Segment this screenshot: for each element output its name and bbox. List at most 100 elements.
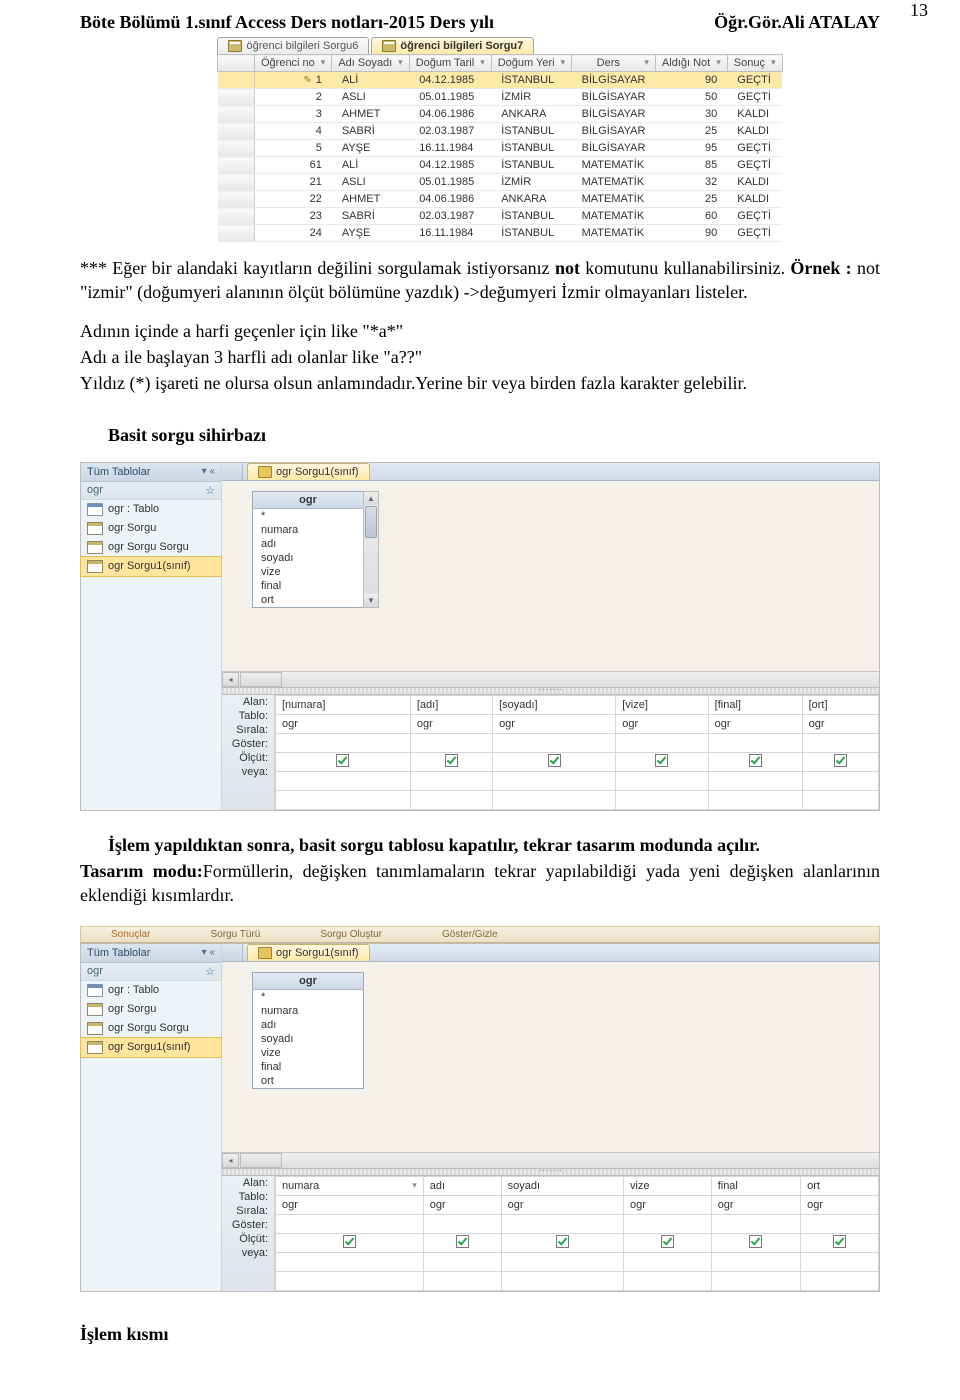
table-fieldlist[interactable]: ogr *numaraadısoyadıvizefinalort	[252, 972, 364, 1089]
nav-pane-header[interactable]: Tüm Tablolar ▾ «	[81, 463, 221, 482]
grid-cell[interactable]	[423, 1252, 501, 1271]
grid-cell[interactable]: ogr	[802, 714, 878, 733]
grid-cell[interactable]: [vize]	[616, 695, 708, 714]
scroll-down-icon[interactable]: ▼	[364, 594, 378, 607]
grid-cell[interactable]	[801, 1252, 879, 1271]
table-row[interactable]: 5AYŞE16.11.1984İSTANBULBİLGİSAYAR95GEÇTİ	[218, 140, 782, 157]
field-item[interactable]: adı	[253, 1018, 363, 1032]
grid-cell[interactable]	[623, 1214, 711, 1233]
grid-cell[interactable]: ogr	[623, 1195, 711, 1214]
grid-cell[interactable]	[423, 1214, 501, 1233]
checkbox-icon[interactable]	[445, 754, 458, 767]
grid-cell[interactable]	[501, 1214, 623, 1233]
checkbox-icon[interactable]	[336, 754, 349, 767]
column-header[interactable]: Adı Soyadı▾	[332, 55, 409, 72]
grid-cell[interactable]	[410, 790, 492, 809]
checkbox-icon[interactable]	[343, 1235, 356, 1248]
object-tab[interactable]: ogr Sorgu1(sınıf)	[247, 463, 370, 480]
grid-cell[interactable]: adı	[423, 1176, 501, 1195]
table-row[interactable]: 1ALİ04.12.1985İSTANBULBİLGİSAYAR90GEÇTİ	[218, 72, 782, 89]
pane-splitter[interactable]	[222, 687, 879, 695]
design-canvas[interactable]: ogr *numaraadısoyadıvizefinalort	[222, 962, 879, 1152]
scroll-left-icon[interactable]: ◂	[222, 672, 239, 687]
grid-cell[interactable]: [numara]	[276, 695, 411, 714]
grid-cell[interactable]: ogr	[493, 714, 616, 733]
field-item[interactable]: ort	[253, 593, 363, 607]
field-item[interactable]: soyadı	[253, 551, 363, 565]
grid-cell[interactable]: ogr	[708, 714, 802, 733]
query-design-grid[interactable]: Alan:Tablo:Sırala:Göster:Ölçüt:veya: [nu…	[222, 695, 879, 810]
scroll-up-icon[interactable]: ▲	[364, 492, 378, 505]
grid-cell[interactable]	[708, 733, 802, 752]
table-row[interactable]: 61ALİ04.12.1985İSTANBULMATEMATİK85GEÇTİ	[218, 157, 782, 174]
grid-cell[interactable]: ogr	[616, 714, 708, 733]
field-item[interactable]: numara	[253, 1004, 363, 1018]
table-fieldlist[interactable]: ogr *numaraadısoyadıvizefinalort	[252, 491, 364, 608]
checkbox-icon[interactable]	[749, 754, 762, 767]
field-item[interactable]: final	[253, 1060, 363, 1074]
query-tab-active[interactable]: öğrenci bilgileri Sorgu7	[371, 37, 534, 54]
grid-cell[interactable]	[711, 1271, 800, 1290]
grid-cell[interactable]: ogr	[501, 1195, 623, 1214]
grid-cell[interactable]	[801, 1233, 879, 1252]
table-row[interactable]: 21ASLI05.01.1985İZMİRMATEMATİK32KALDI	[218, 174, 782, 191]
query-tab[interactable]: öğrenci bilgileri Sorgu6	[217, 37, 369, 54]
grid-cell[interactable]	[623, 1271, 711, 1290]
object-tab[interactable]: ogr Sorgu1(sınıf)	[247, 944, 370, 961]
grid-cell[interactable]	[276, 771, 411, 790]
grid-cell[interactable]	[708, 752, 802, 771]
field-item[interactable]: soyadı	[253, 1032, 363, 1046]
grid-cell[interactable]	[276, 790, 411, 809]
nav-item[interactable]: ogr Sorgu	[81, 1000, 221, 1019]
table-row[interactable]: 3AHMET04.06.1986ANKARABİLGİSAYAR30KALDI	[218, 106, 782, 123]
grid-cell[interactable]	[802, 771, 878, 790]
nav-item[interactable]: ogr : Tablo	[81, 981, 221, 1000]
grid-cell[interactable]	[493, 771, 616, 790]
grid-cell[interactable]	[423, 1233, 501, 1252]
field-item[interactable]: vize	[253, 565, 363, 579]
grid-cell[interactable]	[276, 1252, 424, 1271]
checkbox-icon[interactable]	[833, 1235, 846, 1248]
field-item[interactable]: vize	[253, 1046, 363, 1060]
grid-cell[interactable]	[501, 1252, 623, 1271]
nav-item[interactable]: ogr Sorgu Sorgu	[81, 1019, 221, 1038]
grid-cell[interactable]: vize	[623, 1176, 711, 1195]
grid-cell[interactable]: [ort]	[802, 695, 878, 714]
design-canvas[interactable]: ogr *numaraadısoyadıvizefinalort ▲ ▼	[222, 481, 879, 671]
checkbox-icon[interactable]	[456, 1235, 469, 1248]
grid-cell[interactable]	[276, 752, 411, 771]
grid-cell[interactable]: ogr	[711, 1195, 800, 1214]
grid-cell[interactable]: [soyadı]	[493, 695, 616, 714]
scroll-thumb[interactable]	[365, 506, 377, 538]
grid-cell[interactable]	[616, 771, 708, 790]
nav-group-header[interactable]: ogr ☆	[81, 482, 221, 500]
checkbox-icon[interactable]	[749, 1235, 762, 1248]
grid-cell[interactable]	[801, 1271, 879, 1290]
table-row[interactable]: 23SABRİ02.03.1987İSTANBULMATEMATİK60GEÇT…	[218, 208, 782, 225]
grid-cell[interactable]: numara ▾	[276, 1176, 424, 1195]
nav-item[interactable]: ogr Sorgu1(sınıf)	[80, 1037, 222, 1058]
grid-cell[interactable]	[711, 1252, 800, 1271]
table-row[interactable]: 4SABRİ02.03.1987İSTANBULBİLGİSAYAR25KALD…	[218, 123, 782, 140]
column-header[interactable]: Sonuç▾	[727, 55, 782, 72]
nav-item[interactable]: ogr Sorgu	[81, 519, 221, 538]
grid-cell[interactable]	[501, 1233, 623, 1252]
grid-cell[interactable]	[276, 1233, 424, 1252]
grid-cell[interactable]	[616, 733, 708, 752]
grid-cell[interactable]: ogr	[801, 1195, 879, 1214]
pane-splitter[interactable]	[222, 1168, 879, 1176]
grid-cell[interactable]	[616, 790, 708, 809]
grid-cell[interactable]: soyadı	[501, 1176, 623, 1195]
grid-cell[interactable]	[276, 733, 411, 752]
scrollbar-vertical[interactable]: ▲ ▼	[363, 491, 379, 608]
checkbox-icon[interactable]	[548, 754, 561, 767]
field-item[interactable]: numara	[253, 523, 363, 537]
grid-cell[interactable]	[711, 1214, 800, 1233]
query-design-grid[interactable]: Alan:Tablo:Sırala:Göster:Ölçüt:veya: num…	[222, 1176, 879, 1291]
nav-item[interactable]: ogr Sorgu Sorgu	[81, 538, 221, 557]
grid-cell[interactable]	[410, 771, 492, 790]
checkbox-icon[interactable]	[661, 1235, 674, 1248]
nav-group-header[interactable]: ogr☆	[81, 963, 221, 981]
checkbox-icon[interactable]	[655, 754, 668, 767]
field-item[interactable]: ort	[253, 1074, 363, 1088]
